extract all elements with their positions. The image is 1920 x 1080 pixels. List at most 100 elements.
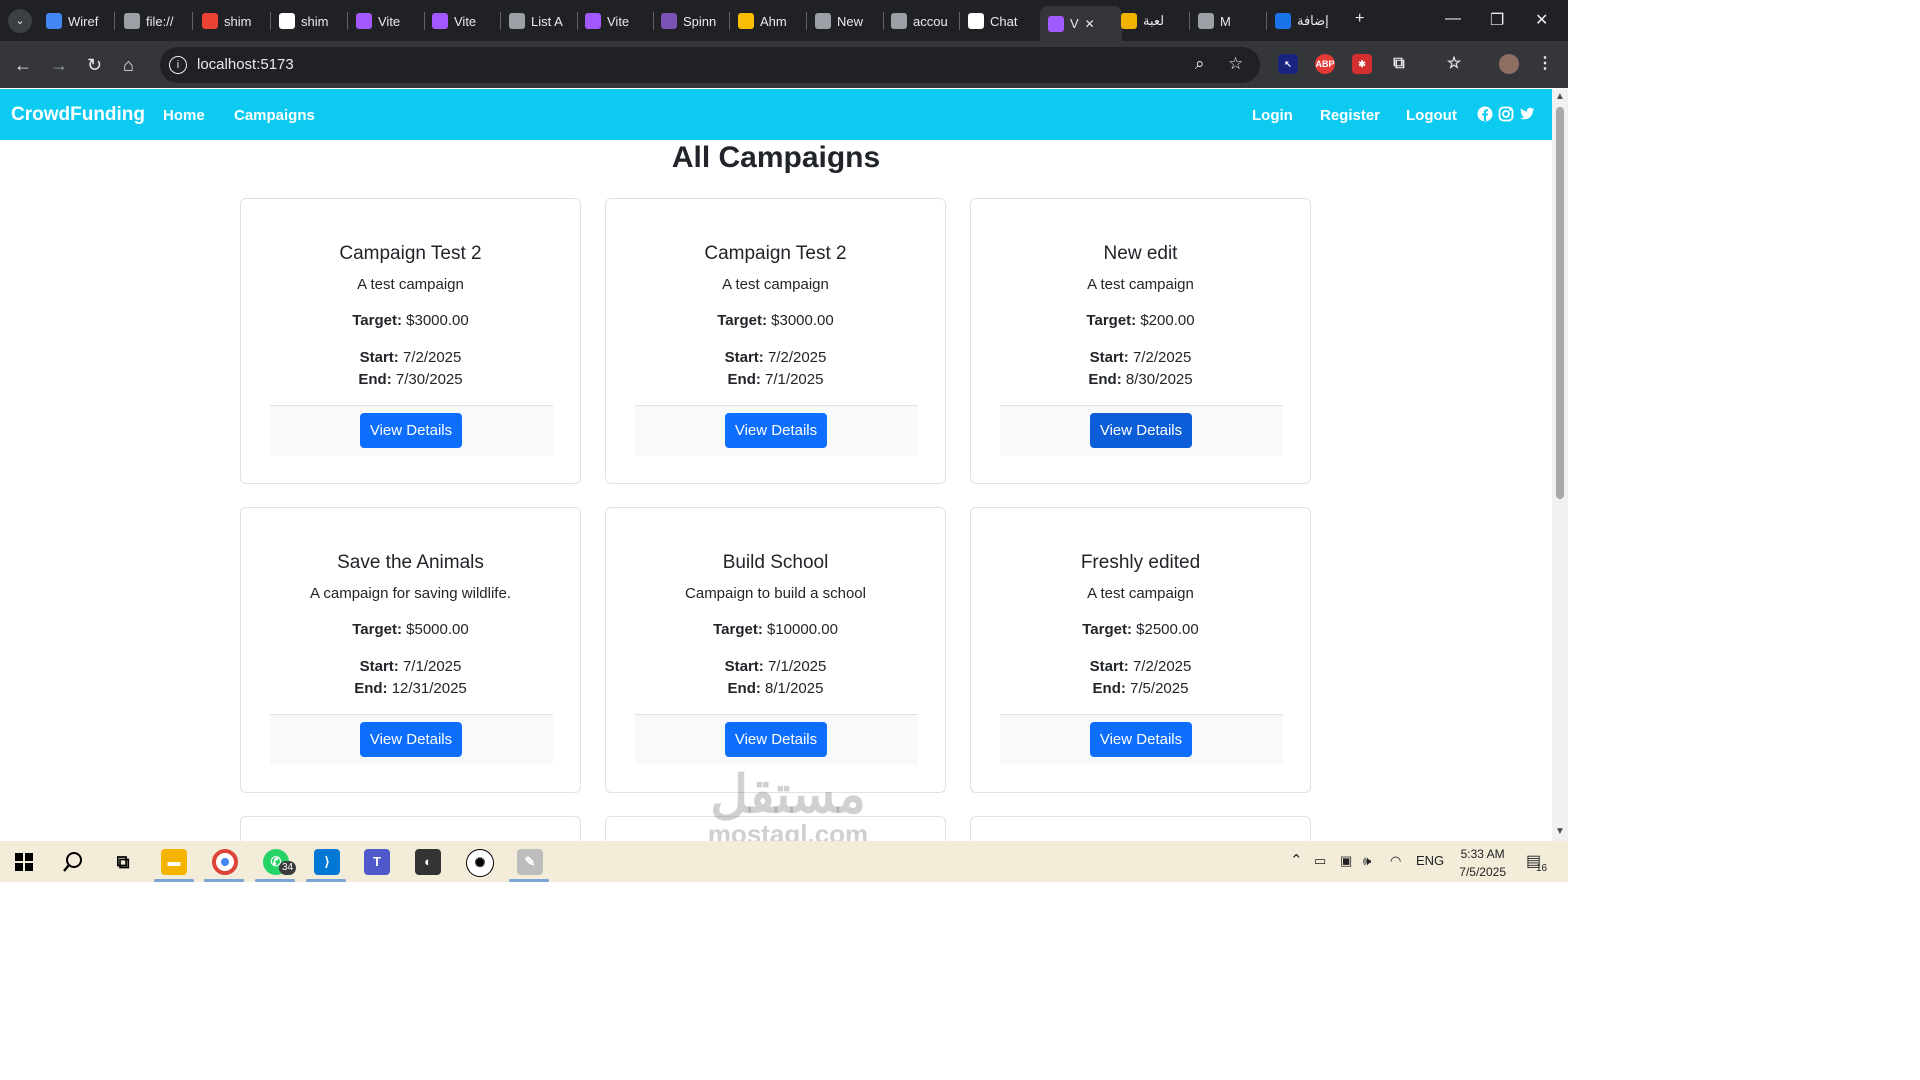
browser-tab[interactable]: Ahm xyxy=(738,8,796,34)
battery-icon[interactable]: ▭ xyxy=(1314,853,1326,869)
app-icon[interactable]: ◐ xyxy=(415,849,441,875)
close-window-icon[interactable]: ✕ xyxy=(1535,10,1548,30)
facebook-icon[interactable] xyxy=(1477,106,1493,122)
extension-red-icon[interactable]: ✱ xyxy=(1352,54,1372,74)
windows-start-icon[interactable] xyxy=(15,853,33,871)
nav-campaigns[interactable]: Campaigns xyxy=(234,107,315,124)
extensions-puzzle-icon[interactable]: ⧉ xyxy=(1389,54,1409,74)
browser-tab[interactable]: accou xyxy=(891,8,949,34)
chatgpt-icon[interactable]: ✺ xyxy=(466,849,494,877)
browser-tab[interactable]: shim xyxy=(202,8,260,34)
notification-count: 16 xyxy=(1536,863,1548,874)
chrome-icon[interactable] xyxy=(212,849,238,875)
home-icon[interactable]: ⌂ xyxy=(123,55,134,76)
tab-separator xyxy=(883,12,884,30)
tab-separator xyxy=(270,12,271,30)
minimize-icon[interactable]: — xyxy=(1445,10,1461,28)
vite-icon xyxy=(432,13,448,29)
campaign-title: Freshly edited xyxy=(1080,552,1201,573)
campaign-card: Build School Campaign to build a school Ta… xyxy=(605,507,946,793)
restore-icon[interactable]: ❐ xyxy=(1490,10,1504,30)
forward-icon[interactable]: → xyxy=(50,55,68,76)
language-indicator[interactable]: ENG xyxy=(1416,853,1444,868)
browser-tab[interactable]: M xyxy=(1198,8,1256,34)
vscode-icon[interactable]: ⟩ xyxy=(314,849,340,875)
github-icon xyxy=(279,13,295,29)
browser-toolbar: ← → ↻ ⌂ i localhost:5173 ⌕ ☆ ↖ ABP ✱ ⧉ ☆… xyxy=(0,41,1568,88)
browser-tab[interactable]: Wiref xyxy=(46,8,104,34)
view-details-button[interactable]: View Details xyxy=(1090,722,1192,757)
start-label: Start: xyxy=(724,349,764,366)
browser-tab[interactable]: V ✕ xyxy=(1040,6,1122,41)
nav-logout[interactable]: Logout xyxy=(1406,107,1457,124)
browser-tab[interactable]: إضافة xyxy=(1275,8,1339,34)
system-clock[interactable]: 5:33 AM 7/5/2025 xyxy=(1459,845,1506,881)
device-icon[interactable]: ▣ xyxy=(1340,853,1352,869)
end-value: 7/5/2025 xyxy=(1130,680,1189,697)
wifi-icon[interactable]: ◠ xyxy=(1390,853,1401,869)
nav-login[interactable]: Login xyxy=(1252,107,1293,124)
nav-register[interactable]: Register xyxy=(1320,107,1380,124)
clock-date: 7/5/2025 xyxy=(1459,865,1506,879)
file-explorer-icon[interactable]: ▬ xyxy=(161,849,187,875)
view-details-button[interactable]: View Details xyxy=(1090,413,1192,448)
tab-separator xyxy=(1189,12,1190,30)
browser-tab[interactable]: Chat xyxy=(968,8,1026,34)
globe-icon xyxy=(1198,13,1214,29)
view-details-button[interactable]: View Details xyxy=(360,722,462,757)
card-footer: View Details xyxy=(270,714,553,765)
vite-icon xyxy=(356,13,372,29)
url-text[interactable]: localhost:5173 xyxy=(197,56,294,73)
volume-icon[interactable]: 🕪 xyxy=(1363,853,1371,869)
globe-icon xyxy=(891,13,907,29)
browser-tab[interactable]: لعبة xyxy=(1121,8,1179,34)
new-tab-button[interactable]: + xyxy=(1355,10,1364,28)
browser-tab[interactable]: List A xyxy=(509,8,567,34)
zoom-icon[interactable]: ⌕ xyxy=(1195,54,1205,74)
scroll-thumb[interactable] xyxy=(1556,107,1564,499)
brand-logo[interactable]: CrowdFunding xyxy=(11,104,145,126)
paint-icon[interactable]: ✎ xyxy=(517,849,543,875)
target-label: Target: xyxy=(713,621,763,638)
campaign-target: Target: $10000.00 xyxy=(606,621,945,638)
search-icon[interactable] xyxy=(62,851,84,873)
browser-tab[interactable]: Vite xyxy=(432,8,490,34)
end-label: End: xyxy=(1092,680,1126,697)
browser-tab[interactable]: New xyxy=(815,8,873,34)
bookmark-star-icon[interactable]: ☆ xyxy=(1228,54,1243,74)
address-bar[interactable]: i localhost:5173 ⌕ ☆ xyxy=(160,47,1260,83)
teams-icon[interactable]: T xyxy=(364,849,390,875)
back-icon[interactable]: ← xyxy=(14,55,32,76)
profile-avatar[interactable] xyxy=(1499,54,1519,74)
reload-icon[interactable]: ↻ xyxy=(87,55,102,76)
scroll-down-arrow-icon[interactable]: ▼ xyxy=(1555,826,1565,837)
nav-home[interactable]: Home xyxy=(163,107,205,124)
twitter-icon[interactable] xyxy=(1519,106,1535,122)
extension-cursor-icon[interactable]: ↖ xyxy=(1278,54,1298,74)
browser-tab[interactable]: Vite xyxy=(585,8,643,34)
page-scrollbar[interactable]: ▲ ▼ xyxy=(1552,89,1568,841)
browser-tab[interactable]: Vite xyxy=(356,8,414,34)
view-details-button[interactable]: View Details xyxy=(725,413,827,448)
task-view-icon[interactable]: ⧉ xyxy=(110,849,136,875)
browser-tab[interactable]: shim xyxy=(279,8,337,34)
campaign-end: End: 7/1/2025 xyxy=(606,371,945,388)
instagram-icon[interactable] xyxy=(1498,106,1514,122)
running-indicator xyxy=(509,879,549,882)
site-info-icon[interactable]: i xyxy=(169,56,187,74)
menu-kebab-icon[interactable]: ⋮ xyxy=(1535,54,1555,74)
start-label: Start: xyxy=(1089,658,1129,675)
bookmarks-icon[interactable]: ☆ xyxy=(1444,54,1464,74)
tab-search-button[interactable]: ⌄ xyxy=(8,8,32,34)
close-tab-icon[interactable]: ✕ xyxy=(1085,17,1095,31)
browser-tab[interactable]: file:// xyxy=(124,8,182,34)
show-hidden-icons-chevron-icon[interactable]: ⌃ xyxy=(1290,851,1303,869)
view-details-button[interactable]: View Details xyxy=(725,722,827,757)
adblock-plus-icon[interactable]: ABP xyxy=(1315,54,1335,74)
target-value: $3000.00 xyxy=(771,312,834,329)
browser-tab[interactable]: Spinn xyxy=(661,8,719,34)
scroll-up-arrow-icon[interactable]: ▲ xyxy=(1555,91,1565,102)
view-details-button[interactable]: View Details xyxy=(360,413,462,448)
campaign-card: Freshly edited A test campaign Target: $25… xyxy=(970,507,1311,793)
campaign-start: Start: 7/2/2025 xyxy=(606,349,945,366)
